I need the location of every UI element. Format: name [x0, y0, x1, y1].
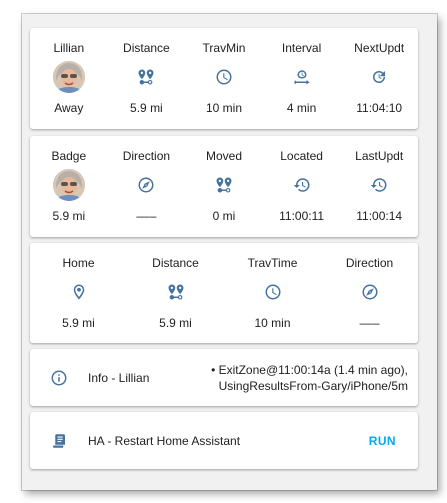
column-nextupdt[interactable]: NextUpdt 11:04:10: [340, 28, 418, 129]
map-marker-distance-icon: [216, 177, 232, 193]
compass-icon: [138, 177, 154, 193]
timer-sand-interval-icon: [294, 70, 310, 85]
column-lillian[interactable]: Lillian Away: [30, 28, 108, 129]
column-direction[interactable]: Direction –––: [321, 243, 418, 343]
map-marker-outline-icon: [73, 284, 84, 300]
distance-value: 5.9 mi: [130, 101, 163, 115]
column-header: TravMin: [202, 41, 246, 55]
located-value: 11:00:11: [279, 209, 325, 223]
clock-outline-icon: [265, 284, 280, 300]
restart-clock-icon: [373, 71, 386, 83]
badge-value: 5.9 mi: [52, 209, 86, 223]
column-header: LastUpdt: [355, 149, 404, 163]
clock-outline-icon: [216, 69, 232, 85]
compass-icon: [362, 284, 377, 300]
direction-value: –––: [136, 209, 157, 223]
column-header: Lillian: [53, 41, 85, 55]
moved-value: 0 mi: [212, 209, 236, 223]
map-marker-distance-icon: [138, 69, 154, 85]
column-header: Direction: [122, 149, 171, 163]
column-travtime[interactable]: TravTime 10 min: [224, 243, 321, 343]
information-outline-icon: [51, 370, 67, 385]
column-distance[interactable]: Distance 5.9 mi: [108, 28, 186, 129]
column-moved[interactable]: Moved 0 mi: [185, 136, 263, 237]
travel-time-value: 10 min: [254, 316, 291, 330]
column-travmin[interactable]: TravMin 10 min: [185, 28, 263, 129]
script-text-icon: [53, 433, 65, 448]
column-direction[interactable]: Direction –––: [108, 136, 186, 237]
map-marker-distance-icon: [168, 284, 183, 300]
column-home[interactable]: Home 5.9 mi: [30, 243, 127, 343]
history-clock-icon: [293, 178, 310, 192]
status-card-badge: Badge 5.9 mi Direction ––– Moved 0 mi Lo…: [30, 136, 418, 237]
direction-value: –––: [359, 316, 380, 330]
column-distance[interactable]: Distance 5.9 mi: [127, 243, 224, 343]
column-lastupdt[interactable]: LastUpdt 11:00:14: [340, 136, 418, 237]
column-badge[interactable]: Badge 5.9 mi: [30, 136, 108, 237]
column-header: Distance: [152, 256, 199, 270]
info-line-2: UsingResultsFrom-Gary/iPhone/5m: [218, 378, 408, 393]
column-header: TravTime: [247, 256, 298, 270]
column-header: Located: [280, 149, 323, 163]
distance-value: 5.9 mi: [159, 316, 192, 330]
column-located[interactable]: Located 11:00:11: [263, 136, 341, 237]
last-update-value: 11:00:14: [356, 209, 403, 223]
location-status: Away: [54, 101, 84, 115]
column-header: Interval: [281, 41, 322, 55]
home-zone-card: Home 5.9 mi Distance 5.9 mi TravTime 10 …: [30, 243, 418, 343]
info-label: Info - Lillian: [88, 370, 150, 385]
column-header: Distance: [123, 41, 170, 55]
dashboard-panel: Lillian Away Distance 5.9 mi TravMin 10 …: [22, 14, 437, 490]
column-header: NextUpdt: [354, 41, 405, 55]
run-button[interactable]: RUN: [369, 434, 396, 448]
travel-minutes-value: 10 min: [205, 101, 242, 115]
column-interval[interactable]: Interval 4 min: [263, 28, 341, 129]
column-header: Direction: [345, 256, 394, 270]
column-header: Home: [62, 256, 95, 270]
column-header: Moved: [205, 149, 242, 163]
next-update-value: 11:04:10: [356, 101, 403, 115]
column-header: Badge: [51, 149, 87, 163]
person-avatar: [52, 169, 85, 201]
restart-label: HA - Restart Home Assistant: [88, 433, 241, 448]
history-clock-icon: [370, 178, 387, 192]
person-avatar: [52, 61, 85, 93]
interval-value: 4 min: [286, 101, 317, 115]
info-status-text: • ExitZone@11:00:14a (1.4 min ago), Usin…: [211, 362, 408, 394]
restart-script-row: HA - Restart Home Assistant RUN: [30, 412, 418, 469]
info-row[interactable]: Info - Lillian • ExitZone@11:00:14a (1.4…: [30, 349, 418, 406]
info-line-1: • ExitZone@11:00:14a (1.4 min ago),: [211, 362, 408, 377]
home-distance-value: 5.9 mi: [62, 316, 95, 330]
status-card-lillian: Lillian Away Distance 5.9 mi TravMin 10 …: [30, 28, 418, 129]
